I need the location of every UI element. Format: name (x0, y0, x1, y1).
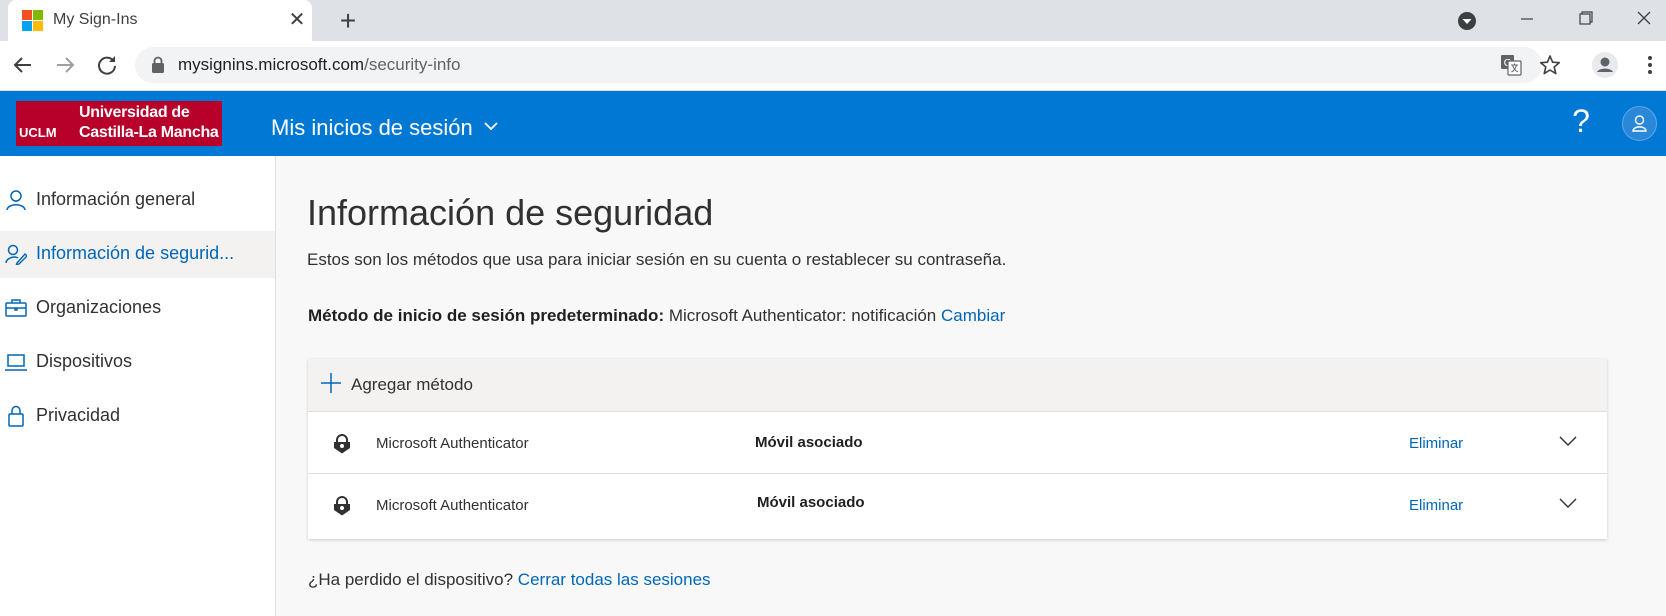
forward-button[interactable] (49, 49, 81, 81)
back-arrow-icon (13, 57, 31, 73)
url-text: mysignins.microsoft.com/security-info (178, 55, 460, 75)
kebab-menu-icon (1648, 56, 1652, 74)
lost-device-line: ¿Ha perdido el dispositivo? Cerrar todas… (308, 570, 711, 590)
translate-icon[interactable]: G (1500, 54, 1522, 76)
sidebar-item-organizations[interactable]: Organizaciones (0, 285, 275, 332)
close-window-icon (1637, 11, 1651, 25)
browser-menu-button[interactable] (1634, 49, 1666, 81)
address-bar[interactable]: mysignins.microsoft.com/security-info G (135, 47, 1561, 83)
sidebar-item-label: Organizaciones (36, 297, 162, 317)
laptop-icon (5, 354, 27, 371)
tab-close-icon[interactable]: ✕ (285, 8, 309, 32)
minimize-button[interactable] (1509, 4, 1545, 34)
favicon-red-square (22, 10, 32, 20)
app-title-text: Mis inicios de sesión (271, 115, 473, 140)
forward-arrow-icon (57, 57, 75, 73)
security-info-icon (5, 244, 27, 265)
browser-tabstrip: My Sign-Ins ✕ + (0, 0, 1666, 41)
microsoft-favicon-icon (22, 10, 43, 31)
authenticator-lock-icon (334, 434, 350, 454)
url-host: mysignins.microsoft.com (178, 55, 365, 74)
browser-toolbar: mysignins.microsoft.com/security-info G (0, 41, 1666, 91)
close-window-button[interactable] (1626, 4, 1662, 34)
user-icon (1632, 115, 1647, 132)
delete-method-link[interactable]: Eliminar (1409, 435, 1463, 452)
method-detail: Móvil asociado (755, 434, 863, 451)
chevron-down-icon[interactable] (1559, 434, 1577, 448)
profile-dropdown-button[interactable] (1449, 4, 1485, 34)
sidebar-item-label: Privacidad (36, 405, 121, 425)
change-default-method-link[interactable]: Cambiar (941, 306, 1005, 325)
new-tab-button[interactable]: + (333, 6, 363, 36)
restore-icon (1579, 11, 1593, 25)
add-method-button[interactable]: Agregar método (308, 359, 1607, 411)
user-avatar-button[interactable] (1622, 106, 1657, 141)
chevron-down-icon (483, 111, 499, 137)
url-path: /security-info (364, 55, 461, 74)
page-subtitle: Estos son los métodos que usa para inici… (307, 250, 1007, 269)
restore-button[interactable] (1568, 4, 1604, 34)
default-method-line: Método de inicio de sesión predeterminad… (308, 306, 1005, 326)
sidebar-item-security-info[interactable]: Información de segurid... (0, 231, 275, 278)
sidebar-nav: Información general Información de segur… (0, 156, 276, 616)
minimize-icon (1521, 18, 1533, 20)
profile-button[interactable] (1589, 49, 1621, 81)
logo-uclm-text: UCLM (19, 125, 57, 140)
methods-list: Agregar método Microsoft Authenticator M… (308, 359, 1607, 539)
add-method-label: Agregar método (351, 375, 473, 394)
page-title: Información de seguridad (307, 192, 714, 233)
person-icon (6, 190, 26, 211)
favicon-blue-square (22, 21, 32, 31)
method-detail: Móvil asociado (757, 494, 865, 511)
method-name: Microsoft Authenticator (376, 497, 529, 514)
lost-device-text: ¿Ha perdido el dispositivo? (308, 570, 514, 589)
help-button[interactable]: ? (1566, 103, 1596, 143)
app-header: UCLM Universidad de Castilla-La Mancha M… (0, 91, 1666, 156)
sidebar-item-label: Información de segurid... (36, 243, 235, 263)
briefcase-icon (5, 299, 27, 317)
plus-icon (321, 373, 341, 393)
delete-method-link[interactable]: Eliminar (1409, 497, 1463, 514)
lock-icon[interactable] (151, 56, 165, 74)
lock-icon (8, 405, 24, 427)
reload-icon (98, 56, 116, 75)
reload-button[interactable] (91, 49, 123, 81)
tab-title: My Sign-Ins (53, 11, 138, 28)
logo-line1: Universidad de (79, 104, 190, 121)
sidebar-item-devices[interactable]: Dispositivos (0, 339, 275, 386)
favicon-yellow-square (33, 21, 43, 31)
sign-out-everywhere-link[interactable]: Cerrar todas las sesiones (518, 570, 711, 589)
chevron-down-icon[interactable] (1559, 496, 1577, 510)
authenticator-lock-icon (334, 496, 350, 516)
default-method-label: Método de inicio de sesión predeterminad… (308, 306, 665, 325)
logo-line2: Castilla-La Mancha (79, 124, 219, 141)
app-title-dropdown[interactable]: Mis inicios de sesión (271, 111, 499, 141)
method-row: Microsoft Authenticator Móvil asociado E… (308, 411, 1607, 474)
method-row: Microsoft Authenticator Móvil asociado E… (308, 473, 1607, 536)
default-method-value: Microsoft Authenticator: notificación (668, 306, 937, 325)
profile-avatar-icon (1592, 52, 1618, 78)
main-content: Información de seguridad Estos son los m… (276, 156, 1666, 616)
back-button[interactable] (7, 49, 39, 81)
browser-tab[interactable]: My Sign-Ins ✕ (8, 0, 312, 41)
favicon-green-square (33, 10, 43, 20)
sidebar-item-overview[interactable]: Información general (0, 177, 275, 224)
method-name: Microsoft Authenticator (376, 435, 529, 452)
sidebar-item-label: Información general (36, 189, 196, 209)
help-icon: ? (1572, 103, 1590, 139)
sidebar-item-privacy[interactable]: Privacidad (0, 393, 275, 440)
profile-dropdown-icon (1458, 12, 1476, 30)
sidebar-item-label: Dispositivos (36, 351, 133, 371)
uclm-logo[interactable]: UCLM Universidad de Castilla-La Mancha (16, 101, 222, 146)
bookmark-star-icon[interactable] (1539, 54, 1561, 76)
